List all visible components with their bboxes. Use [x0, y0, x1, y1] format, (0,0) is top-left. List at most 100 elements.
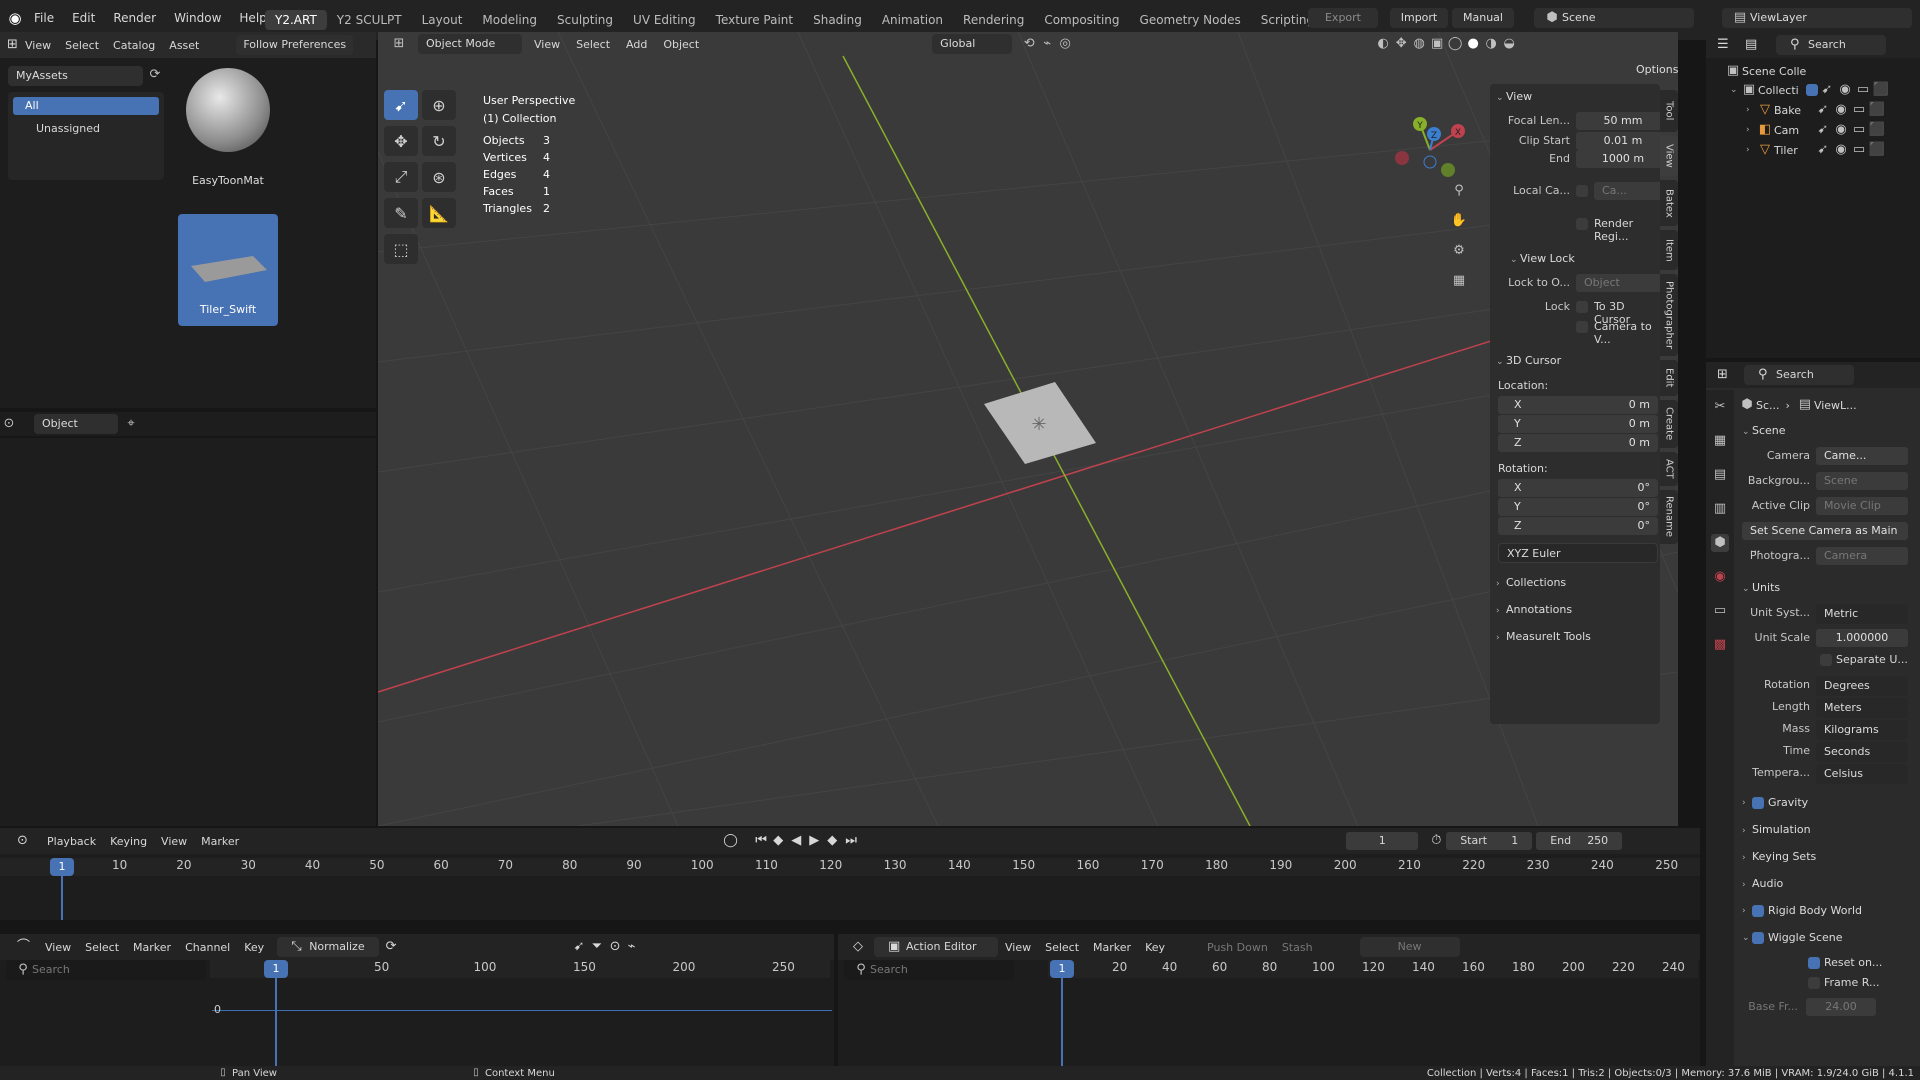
select-arrow-icon[interactable]: ➹ — [1814, 121, 1832, 139]
move-tool[interactable]: ✥ — [384, 126, 418, 156]
collection-row[interactable]: ⌄ ▣ Collecti ➹ ◉ ▭ ⬛ — [1730, 81, 1920, 99]
ortho-grid-icon[interactable]: ▦ — [1450, 272, 1468, 290]
view-layer-tab-icon[interactable]: ▥ — [1711, 500, 1729, 518]
play-reverse-icon[interactable]: ◀ — [784, 832, 802, 850]
sidebar-tab-item[interactable]: Item — [1660, 230, 1678, 270]
stopwatch-icon[interactable]: ⏱ — [1424, 832, 1442, 850]
next-keyframe-icon[interactable]: ◆ — [820, 832, 838, 850]
editor-type-icon[interactable]: ☰ — [1710, 36, 1729, 54]
select-arrow-icon[interactable]: ➹ — [1814, 141, 1832, 159]
exclude-checkbox[interactable] — [1806, 84, 1818, 96]
editor-type-icon[interactable]: ◇ — [846, 938, 864, 956]
render-camera-icon[interactable]: ⬛ — [1872, 81, 1890, 99]
scene-collection-row[interactable]: ▣ Scene Colle — [1724, 62, 1806, 80]
viewport-menu-select[interactable]: Select — [568, 38, 618, 51]
filter-icon[interactable]: ⏷ — [585, 938, 603, 956]
background-field[interactable]: Scene — [1816, 472, 1908, 490]
cursor-rotation-y[interactable]: Y 0° — [1498, 498, 1658, 516]
cursor-location-x[interactable]: X 0 m — [1498, 396, 1658, 414]
transform-tool[interactable]: ⊛ — [422, 162, 456, 192]
asset-menu-view[interactable]: View — [18, 39, 58, 52]
mass-units-dropdown[interactable]: Kilograms — [1816, 720, 1908, 740]
pivot-icon[interactable]: ⊙ — [603, 938, 621, 956]
outliner-item-cam[interactable]: › ◧ Cam ➹ ◉ ▭ ⬛ — [1746, 121, 1920, 139]
start-frame-field[interactable]: Start 1 — [1446, 832, 1533, 850]
action-menu-view[interactable]: View — [998, 941, 1038, 954]
monitor-icon[interactable]: ▭ — [1850, 101, 1868, 119]
end-frame-field[interactable]: End 250 — [1536, 832, 1623, 850]
collections-header[interactable]: › Collections — [1496, 576, 1566, 589]
action-ruler[interactable]: 20 40 60 80 100 120 140 160 180 200 220 240 — [1048, 960, 1698, 978]
scale-tool[interactable]: ⤢ — [384, 162, 418, 192]
tab-y2-sculpt[interactable]: Y2 SCULPT — [327, 10, 412, 30]
scene-tab-icon[interactable]: ⬢ — [1711, 534, 1729, 552]
render-camera-icon[interactable]: ⬛ — [1868, 121, 1886, 139]
lock-to-object-field[interactable]: Object — [1576, 274, 1670, 292]
tab-texture-paint[interactable]: Texture Paint — [706, 10, 803, 30]
monitor-icon[interactable]: ▭ — [1854, 81, 1872, 99]
tab-rendering[interactable]: Rendering — [953, 10, 1034, 30]
asset-tiler-swift[interactable]: Tiler_Swift — [178, 214, 278, 326]
viewport-menu-view[interactable]: View — [526, 38, 568, 51]
solid-shading-icon[interactable]: ● — [1464, 35, 1482, 53]
timeline-menu-playback[interactable]: Playback — [40, 835, 103, 848]
unit-system-dropdown[interactable]: Metric — [1816, 604, 1908, 624]
library-dropdown[interactable]: MyAssets — [8, 66, 143, 86]
cursor-rotation-x[interactable]: X 0° — [1498, 479, 1658, 497]
rotation-mode-dropdown[interactable]: XYZ Euler — [1498, 543, 1658, 563]
gizmo-toggle-icon[interactable]: ✥ — [1392, 35, 1410, 53]
separate-units-checkbox[interactable] — [1820, 654, 1832, 666]
tab-shading[interactable]: Shading — [803, 10, 872, 30]
eye-icon[interactable]: ◉ — [1836, 81, 1854, 99]
cursor-location-z[interactable]: Z 0 m — [1498, 434, 1658, 452]
photographer-field[interactable]: Camera — [1816, 547, 1908, 565]
proportional-edit-icon[interactable]: ◎ — [1056, 35, 1074, 53]
import-button[interactable]: Import — [1390, 8, 1448, 28]
editor-type-icon[interactable]: ⊙ — [10, 832, 28, 850]
transform-orientation-dropdown[interactable]: Global — [932, 34, 1013, 54]
visibility-icon[interactable]: ◐ — [1374, 35, 1392, 53]
normalize-toggle[interactable]: ⤡ Normalize — [277, 937, 379, 957]
stash-button[interactable]: Stash — [1275, 941, 1320, 954]
current-frame-field[interactable]: 1 — [1346, 832, 1419, 850]
sidebar-tab-batex[interactable]: Batex — [1660, 180, 1678, 226]
eye-icon[interactable]: ◉ — [1832, 101, 1850, 119]
editor-type-icon[interactable]: ⊞ — [0, 36, 18, 54]
measureit-header[interactable]: › MeasureIt Tools — [1496, 630, 1591, 643]
asset-menu-select[interactable]: Select — [58, 39, 106, 52]
refresh-icon[interactable]: ⟳ — [379, 938, 397, 956]
play-icon[interactable]: ▶ — [802, 832, 820, 850]
blender-logo-icon[interactable]: ◉ — [6, 9, 24, 27]
render-region-checkbox[interactable] — [1576, 218, 1588, 230]
snap-icon[interactable]: ⌁ — [621, 938, 639, 956]
simulation-section-header[interactable]: › Simulation — [1742, 823, 1811, 836]
tab-sculpting[interactable]: Sculpting — [547, 10, 623, 30]
jump-end-icon[interactable]: ⏭ — [838, 832, 857, 850]
gravity-section-header[interactable]: › Gravity — [1742, 796, 1808, 809]
local-camera-field[interactable]: Ca... — [1594, 182, 1670, 200]
tab-uv-editing[interactable]: UV Editing — [623, 10, 706, 30]
render-camera-icon[interactable]: ⬛ — [1868, 101, 1886, 119]
action-playhead-frame[interactable]: 1 — [1050, 960, 1074, 978]
graph-menu-marker[interactable]: Marker — [126, 941, 178, 954]
3d-cursor-header[interactable]: ⌄ 3D Cursor — [1496, 354, 1561, 367]
timeline-menu-keying[interactable]: Keying — [103, 835, 154, 848]
frame-rate-checkbox[interactable] — [1808, 977, 1820, 989]
jump-start-icon[interactable]: ⏮ — [748, 832, 767, 850]
wireframe-shading-icon[interactable]: ◯ — [1446, 35, 1464, 53]
view-section-header[interactable]: ⌄ View — [1496, 90, 1532, 103]
timeline-menu-view[interactable]: View — [154, 835, 194, 848]
new-action-button[interactable]: New — [1359, 937, 1460, 957]
sidebar-tab-tool[interactable]: Tool — [1660, 90, 1678, 132]
collection-tab-icon[interactable]: ▭ — [1711, 602, 1729, 620]
tab-y2-art[interactable]: Y2.ART — [265, 10, 327, 30]
clip-end-field[interactable]: 1000 m — [1576, 150, 1670, 168]
active-clip-field[interactable]: Movie Clip — [1816, 497, 1908, 515]
menu-edit[interactable]: Edit — [63, 11, 104, 25]
world-tab-icon[interactable]: ◉ — [1711, 568, 1729, 586]
3d-viewport[interactable]: ✳ ⊞ Object Mode View Select Add Object G… — [378, 32, 1678, 826]
graph-ruler[interactable]: 50 100 150 200 250 — [210, 960, 830, 978]
properties-search[interactable]: ⚲ Search — [1744, 365, 1854, 385]
pan-hand-icon[interactable]: ✋ — [1450, 212, 1468, 230]
eye-icon[interactable]: ◉ — [1832, 121, 1850, 139]
